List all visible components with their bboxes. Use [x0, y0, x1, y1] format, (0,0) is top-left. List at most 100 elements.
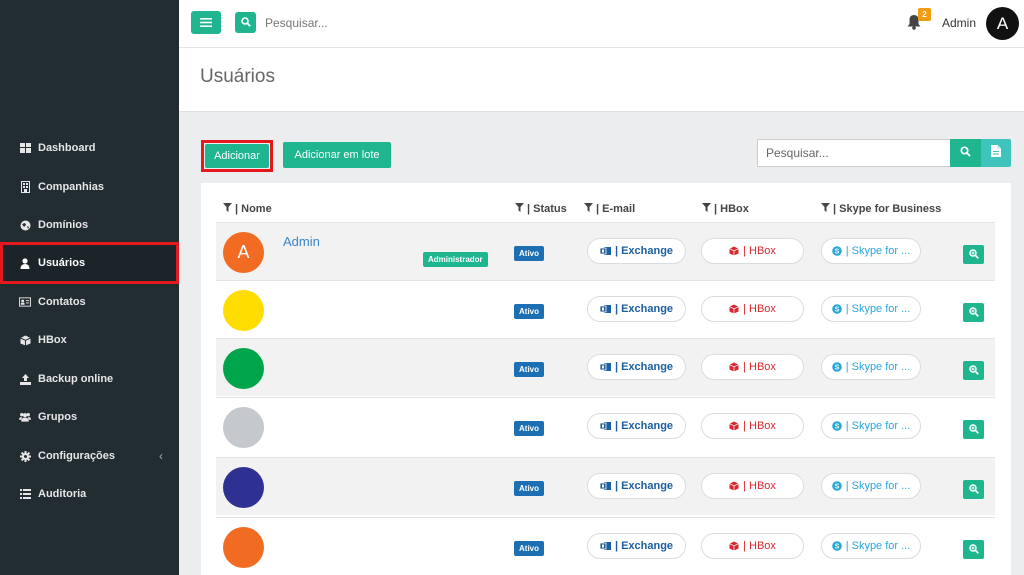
users-icon: [19, 411, 31, 423]
exchange-label: | Exchange: [614, 361, 674, 373]
sidebar-item-label: Domínios: [38, 219, 89, 231]
skype-label: | Skype for ...: [845, 480, 911, 492]
exchange-button[interactable]: | Exchange: [587, 473, 686, 499]
sidebar-item-configuracoes[interactable]: Configurações ‹: [0, 437, 179, 475]
globe-icon: [19, 219, 31, 231]
column-header-label: | E-mail: [596, 203, 636, 215]
exchange-button[interactable]: | Exchange: [587, 413, 686, 439]
skype-button[interactable]: S | Skype for ...: [821, 413, 921, 439]
sidebar-item-dashboard[interactable]: Dashboard: [0, 129, 179, 167]
sidebar-item-label: Dashboard: [38, 142, 96, 154]
hbox-button[interactable]: | HBox: [701, 533, 804, 559]
zoom-icon: [968, 421, 979, 439]
skype-button[interactable]: S | Skype for ...: [821, 238, 921, 264]
view-details-button[interactable]: [963, 303, 984, 322]
sidebar-item-label: Configurações: [38, 450, 116, 462]
sidebar-item-auditoria[interactable]: Auditoria: [0, 475, 179, 513]
table-row: Ativo | Exchange | HBox S | Skype for ..…: [216, 517, 995, 575]
list-search-input[interactable]: [757, 139, 950, 167]
user-avatar: [223, 407, 264, 448]
hbox-label: | HBox: [743, 361, 776, 373]
svg-text:S: S: [834, 365, 839, 372]
zoom-icon: [968, 304, 979, 322]
exchange-button[interactable]: | Exchange: [587, 296, 686, 322]
exchange-button[interactable]: | Exchange: [587, 533, 686, 559]
exchange-icon: [599, 481, 611, 491]
view-details-button[interactable]: [963, 540, 984, 559]
skype-icon: S: [831, 304, 842, 314]
chevron-left-icon: ‹: [159, 449, 163, 463]
top-search-input[interactable]: [265, 14, 485, 32]
user-name-link[interactable]: Admin: [283, 234, 320, 249]
filter-icon[interactable]: [223, 203, 232, 215]
hbox-button[interactable]: | HBox: [701, 238, 804, 264]
export-button[interactable]: [981, 139, 1011, 167]
cube-icon: [729, 421, 739, 431]
hamburger-icon: [200, 14, 212, 32]
hbox-button[interactable]: | HBox: [701, 354, 804, 380]
cube-icon: [729, 362, 739, 372]
table-row: Ativo | Exchange | HBox S | Skype for ..…: [216, 338, 995, 396]
status-badge: Ativo: [514, 304, 544, 319]
top-search-button[interactable]: [235, 12, 256, 33]
user-avatar: [223, 348, 264, 389]
column-header-hbox[interactable]: | HBox: [702, 203, 749, 215]
grid-icon: [19, 142, 31, 154]
column-header-email[interactable]: | E-mail: [584, 203, 635, 215]
hbox-button[interactable]: | HBox: [701, 413, 804, 439]
skype-icon: S: [831, 421, 842, 431]
hbox-button[interactable]: | HBox: [701, 296, 804, 322]
user-name[interactable]: Admin: [942, 16, 976, 30]
svg-text:S: S: [834, 544, 839, 551]
sidebar-item-dominios[interactable]: Domínios: [0, 206, 179, 244]
sidebar-item-usuarios[interactable]: Usuários: [0, 242, 179, 284]
skype-label: | Skype for ...: [845, 245, 911, 257]
skype-button[interactable]: S | Skype for ...: [821, 296, 921, 322]
add-button[interactable]: Adicionar: [205, 144, 269, 168]
skype-button[interactable]: S | Skype for ...: [821, 354, 921, 380]
bulk-add-button[interactable]: Adicionar em lote: [283, 142, 391, 168]
view-details-button[interactable]: [963, 245, 984, 264]
svg-text:S: S: [834, 307, 839, 314]
filter-icon[interactable]: [702, 203, 711, 215]
filter-icon[interactable]: [821, 203, 830, 215]
sidebar: Dashboard Companhias Domínios Usuários C…: [0, 0, 179, 575]
cube-icon: [729, 541, 739, 551]
sidebar-item-label: Usuários: [38, 257, 86, 269]
skype-label: | Skype for ...: [845, 361, 911, 373]
sidebar-item-contatos[interactable]: Contatos: [0, 283, 179, 321]
menu-toggle-button[interactable]: [191, 11, 221, 34]
view-details-button[interactable]: [963, 420, 984, 439]
sidebar-item-companhias[interactable]: Companhias: [0, 168, 179, 206]
sidebar-item-backup-online[interactable]: Backup online: [0, 360, 179, 398]
hbox-label: | HBox: [743, 303, 776, 315]
skype-button[interactable]: S | Skype for ...: [821, 533, 921, 559]
column-header-status[interactable]: | Status: [515, 203, 567, 215]
skype-label: | Skype for ...: [845, 540, 911, 552]
view-details-button[interactable]: [963, 480, 984, 499]
skype-button[interactable]: S | Skype for ...: [821, 473, 921, 499]
table-row: Ativo | Exchange | HBox S | Skype for ..…: [216, 457, 995, 515]
sidebar-item-label: Companhias: [38, 181, 105, 193]
exchange-button[interactable]: | Exchange: [587, 354, 686, 380]
user-avatar: [223, 290, 264, 331]
sidebar-item-hbox[interactable]: HBox: [0, 321, 179, 359]
table-row: Ativo | Exchange | HBox S | Skype for ..…: [216, 280, 995, 338]
hbox-button[interactable]: | HBox: [701, 473, 804, 499]
svg-text:S: S: [834, 424, 839, 431]
status-badge: Ativo: [514, 246, 544, 261]
view-details-button[interactable]: [963, 361, 984, 380]
page-header: Usuários: [179, 48, 1024, 112]
list-search-button[interactable]: [950, 139, 981, 167]
user-avatar[interactable]: A: [986, 7, 1019, 40]
exchange-button[interactable]: | Exchange: [587, 238, 686, 264]
filter-icon[interactable]: [515, 203, 524, 215]
sidebar-item-grupos[interactable]: Grupos: [0, 398, 179, 436]
exchange-label: | Exchange: [614, 245, 674, 257]
filter-icon[interactable]: [584, 203, 593, 215]
page-title: Usuários: [200, 66, 275, 87]
cube-icon: [729, 246, 739, 256]
gear-icon: [19, 450, 31, 462]
column-header-skype[interactable]: | Skype for Business: [821, 203, 941, 215]
column-header-name[interactable]: | Nome: [223, 203, 272, 215]
